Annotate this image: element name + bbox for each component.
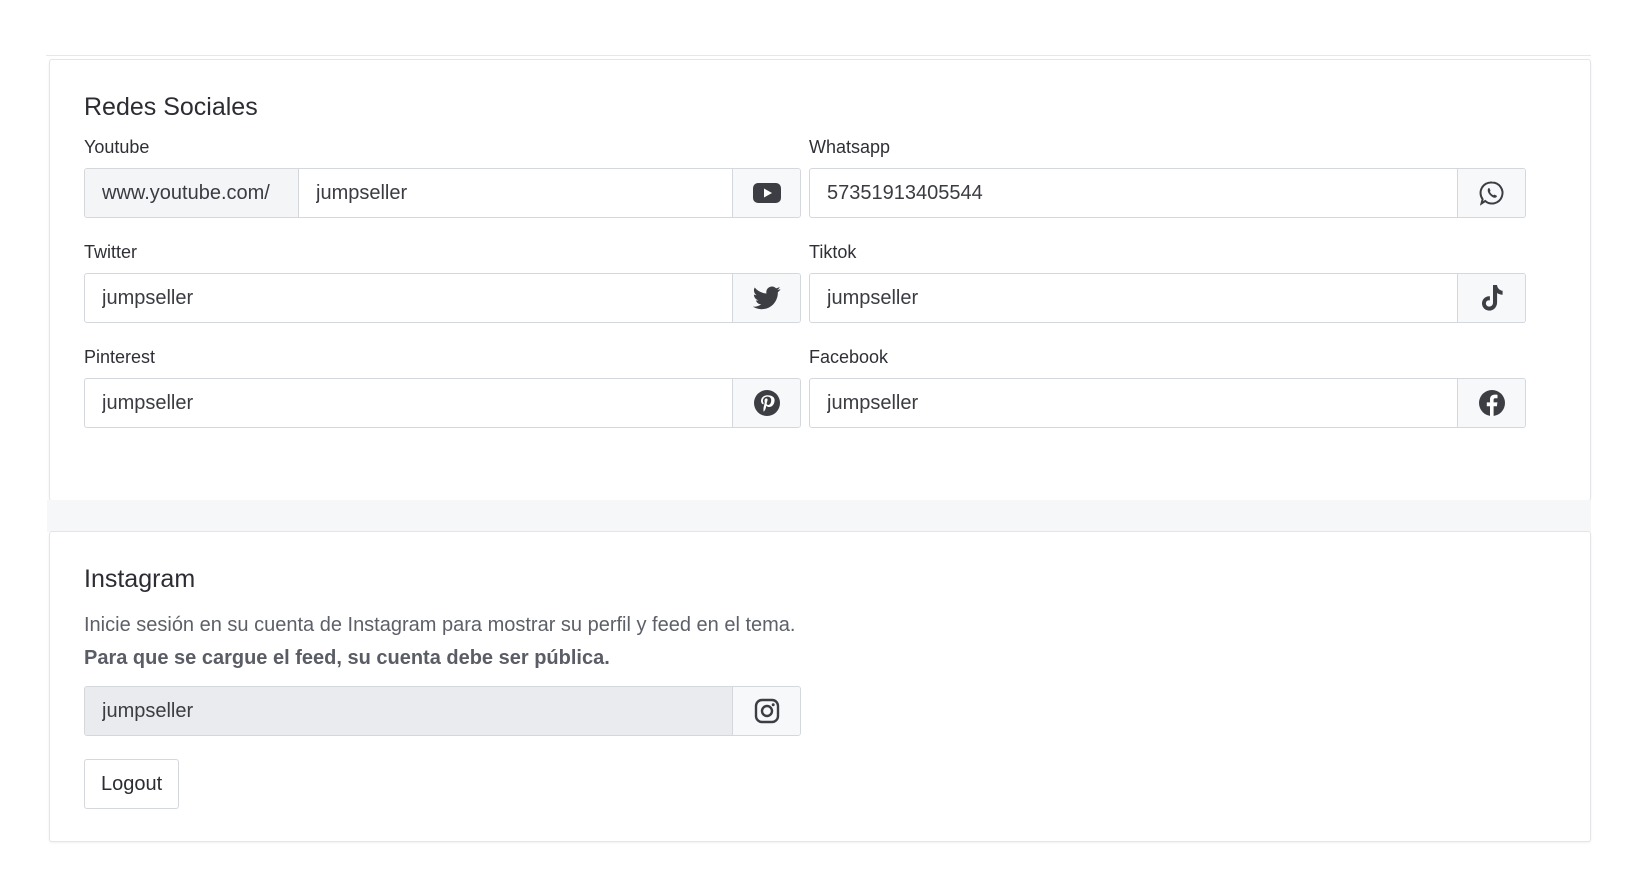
facebook-input[interactable]	[810, 379, 1457, 427]
whatsapp-label: Whatsapp	[809, 137, 891, 157]
instagram-public-note: Para que se cargue el feed, su cuenta de…	[84, 647, 610, 669]
tiktok-label: Tiktok	[809, 242, 857, 262]
tiktok-input-group	[809, 273, 1526, 323]
twitter-input-group	[84, 273, 801, 323]
instagram-card: Instagram Inicie sesión en su cuenta de …	[49, 531, 1591, 842]
logout-button[interactable]: Logout	[84, 759, 180, 809]
youtube-field: Youtube www.youtube.com/	[84, 136, 801, 218]
instagram-input-group	[84, 686, 801, 736]
whatsapp-field: Whatsapp	[809, 136, 1526, 218]
instagram-field	[84, 686, 801, 736]
whatsapp-icon	[1457, 169, 1525, 217]
section-separator	[47, 500, 1591, 532]
instagram-title: Instagram	[84, 565, 196, 593]
twitter-input[interactable]	[85, 274, 732, 322]
facebook-input-group	[809, 378, 1526, 428]
whatsapp-input-group	[809, 168, 1526, 218]
social-networks-card: Redes Sociales Youtube www.youtube.com/ …	[49, 59, 1591, 501]
tiktok-input[interactable]	[810, 274, 1457, 322]
instagram-icon	[732, 687, 800, 735]
whatsapp-input[interactable]	[810, 169, 1457, 217]
top-divider	[46, 55, 1591, 56]
youtube-label: Youtube	[84, 137, 150, 157]
twitter-icon	[732, 274, 800, 322]
tiktok-field: Tiktok	[809, 241, 1526, 323]
instagram-input	[85, 687, 732, 735]
pinterest-label: Pinterest	[84, 347, 156, 367]
facebook-field: Facebook	[809, 346, 1526, 428]
youtube-icon	[732, 169, 800, 217]
youtube-input-group: www.youtube.com/	[84, 168, 801, 218]
facebook-label: Facebook	[809, 347, 889, 367]
twitter-label: Twitter	[84, 242, 138, 262]
twitter-field: Twitter	[84, 241, 801, 323]
tiktok-icon	[1457, 274, 1525, 322]
pinterest-input[interactable]	[85, 379, 732, 427]
instagram-description: Inicie sesión en su cuenta de Instagram …	[84, 614, 796, 636]
facebook-icon	[1457, 379, 1525, 427]
youtube-input[interactable]	[299, 169, 732, 217]
youtube-url-prefix: www.youtube.com/	[85, 169, 299, 217]
pinterest-icon	[732, 379, 800, 427]
pinterest-input-group	[84, 378, 801, 428]
social-networks-title: Redes Sociales	[84, 93, 258, 121]
pinterest-field: Pinterest	[84, 346, 801, 428]
